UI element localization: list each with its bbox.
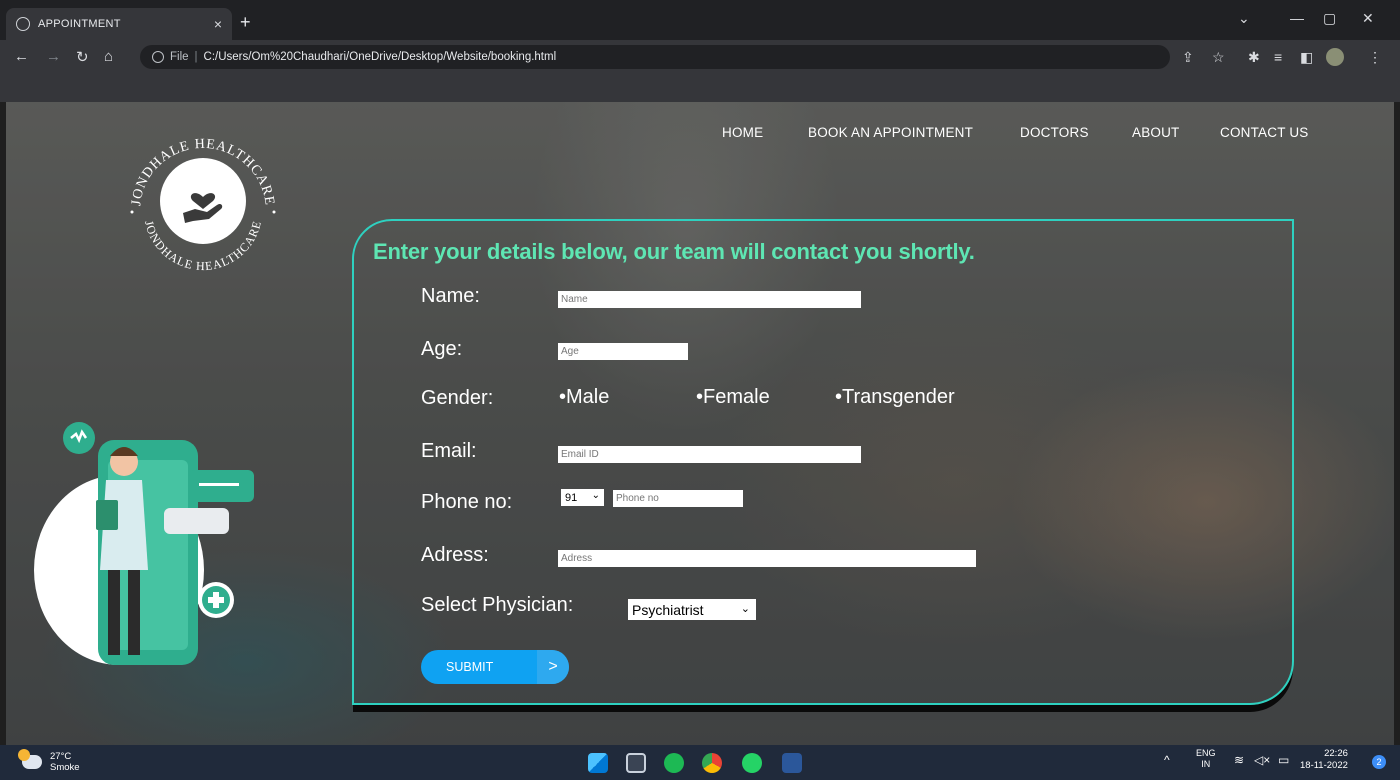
spotify-icon[interactable] (664, 753, 684, 773)
url-separator: | (194, 51, 198, 63)
country-code-select[interactable]: 91 ⌄ (561, 489, 604, 506)
chrome-icon[interactable] (702, 753, 722, 773)
back-icon[interactable]: ← (14, 48, 29, 65)
start-icon[interactable] (588, 753, 608, 773)
browser-tab-bar: APPOINTMENT × + ⌄ — ▢ ✕ (0, 0, 1400, 40)
word-icon[interactable] (782, 753, 802, 773)
phone-label: Phone no: (421, 491, 513, 513)
age-label: Age: (421, 338, 463, 360)
country-code-value: 91 (565, 491, 578, 504)
email-label: Email: (421, 440, 477, 462)
window-close-icon[interactable]: ✕ (1362, 10, 1374, 27)
side-panel-icon[interactable]: ◧ (1300, 49, 1313, 66)
windows-taskbar: 27°C Smoke ^ ENG IN ≋ ◁× ▭ 22:26 18-11-2… (0, 745, 1400, 780)
share-icon[interactable]: ⇪ (1182, 49, 1194, 66)
tab-title: APPOINTMENT (38, 18, 121, 30)
age-input[interactable]: Age (558, 343, 688, 360)
nav-book-appointment[interactable]: BOOK AN APPOINTMENT (808, 125, 973, 140)
browser-toolbar: ← → ↻ ⌂ File | C:/Users/Om%20Chaudhari/O… (0, 40, 1400, 74)
weather-temperature: 27°C (50, 751, 72, 762)
language-indicator[interactable]: ENG IN (1196, 748, 1216, 770)
form-heading: Enter your details below, our team will … (373, 239, 975, 264)
logo-emblem (160, 158, 246, 244)
task-view-icon[interactable] (626, 753, 646, 773)
physician-label: Select Physician: (421, 594, 574, 616)
weather-condition: Smoke (50, 762, 80, 773)
url-scheme: File (170, 51, 189, 63)
submit-label: SUBMIT (446, 660, 494, 674)
extensions-icon[interactable]: ✱ (1248, 49, 1260, 66)
gender-female-radio[interactable]: •Female (696, 386, 770, 409)
gender-label: Gender: (421, 387, 494, 409)
clock-time: 22:26 (1324, 748, 1348, 759)
address-input[interactable]: Adress (558, 550, 976, 567)
volume-muted-icon[interactable]: ◁× (1254, 753, 1270, 767)
globe-icon (16, 17, 30, 31)
gender-male-radio[interactable]: •Male (559, 386, 609, 409)
weather-widget[interactable]: 27°C Smoke (18, 749, 80, 773)
reload-icon[interactable]: ↻ (76, 48, 89, 66)
clock[interactable]: 22:26 18-11-2022 (1300, 748, 1348, 772)
weather-icon (18, 749, 42, 769)
address-label: Adress: (421, 544, 489, 566)
whatsapp-icon[interactable] (742, 753, 762, 773)
clock-date: 18-11-2022 (1300, 760, 1348, 771)
physician-value: Psychiatrist (632, 601, 704, 618)
nav-home[interactable]: HOME (722, 125, 763, 140)
tab-search-chevron-icon[interactable]: ⌄ (1238, 10, 1250, 27)
minimize-icon[interactable]: — (1290, 10, 1304, 26)
nav-about[interactable]: ABOUT (1132, 125, 1180, 140)
lang-bottom: IN (1201, 759, 1211, 769)
nav-doctors[interactable]: DOCTORS (1020, 125, 1089, 140)
bookmark-bar (0, 74, 1400, 102)
browser-tab[interactable]: APPOINTMENT × (6, 8, 232, 40)
profile-avatar-icon[interactable] (1326, 48, 1344, 66)
bookmark-star-icon[interactable]: ☆ (1212, 49, 1225, 66)
home-icon[interactable]: ⌂ (104, 48, 113, 65)
physician-select[interactable]: Psychiatrist ⌄ (628, 599, 756, 620)
wifi-icon[interactable]: ≋ (1234, 753, 1244, 767)
web-page: JONDHALE HEALTHCARE JONDHALE HEALTHCARE … (6, 102, 1394, 745)
battery-icon[interactable]: ▭ (1278, 753, 1289, 767)
phone-input[interactable]: Phone no (613, 490, 743, 507)
forward-icon[interactable]: → (46, 48, 61, 65)
email-input[interactable]: Email ID (558, 446, 861, 463)
new-tab-button[interactable]: + (240, 12, 251, 33)
menu-icon[interactable]: ⋮ (1368, 49, 1382, 66)
info-icon[interactable] (152, 51, 164, 63)
name-label: Name: (421, 285, 480, 307)
nav-contact-us[interactable]: CONTACT US (1220, 125, 1309, 140)
restore-icon[interactable]: ▢ (1323, 10, 1336, 27)
tray-chevron-up-icon[interactable]: ^ (1164, 753, 1170, 767)
doctor-illustration (34, 422, 254, 665)
gender-transgender-radio[interactable]: •Transgender (835, 386, 955, 409)
heart-hand-icon (183, 193, 223, 223)
url-bar[interactable]: File | C:/Users/Om%20Chaudhari/OneDrive/… (140, 45, 1170, 69)
name-input[interactable]: Name (558, 291, 861, 308)
lang-top: ENG (1196, 748, 1216, 758)
reading-list-icon[interactable]: ≡ (1274, 49, 1282, 65)
chevron-down-icon: ⌄ (740, 603, 750, 615)
logo[interactable]: JONDHALE HEALTHCARE JONDHALE HEALTHCARE (118, 116, 288, 286)
tab-close-icon[interactable]: × (214, 16, 222, 32)
notification-badge[interactable]: 2 (1372, 755, 1386, 769)
chevron-down-icon: ⌄ (591, 490, 600, 501)
url-path: C:/Users/Om%20Chaudhari/OneDrive/Desktop… (203, 51, 557, 63)
